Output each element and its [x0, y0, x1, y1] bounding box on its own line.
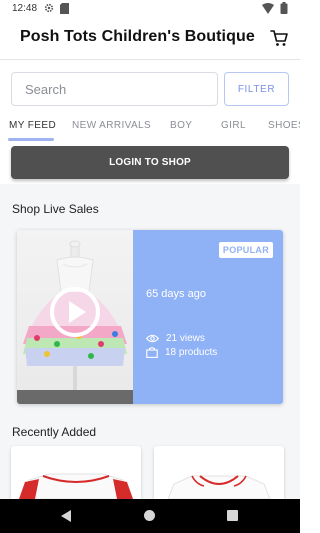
home-icon[interactable]: [143, 509, 156, 522]
sale-time-ago: 65 days ago: [146, 288, 206, 300]
shopping-bag-icon: [146, 347, 158, 358]
eye-icon: [146, 334, 159, 343]
products-count-row: 18 products: [146, 347, 217, 358]
system-nav-bar: [0, 499, 300, 533]
live-sales-heading: Shop Live Sales: [12, 202, 99, 216]
wifi-icon: [262, 3, 274, 14]
recently-added-heading: Recently Added: [12, 425, 97, 439]
tab-boy[interactable]: BOY: [170, 120, 192, 131]
status-bar: 12:48: [0, 0, 300, 18]
recent-apps-icon[interactable]: [227, 510, 238, 521]
shopping-cart-icon[interactable]: [270, 29, 288, 47]
recent-product-card[interactable]: [154, 446, 284, 499]
search-box: [11, 72, 218, 106]
sd-card-icon: [60, 3, 69, 14]
login-to-shop-button[interactable]: LOGIN TO SHOP: [11, 146, 289, 179]
battery-icon: [280, 2, 288, 14]
tab-new-arrivals[interactable]: NEW ARRIVALS: [72, 120, 151, 131]
live-sale-card[interactable]: POPULAR 65 days ago 21 views 18 products: [17, 230, 283, 404]
live-sale-info: POPULAR 65 days ago 21 views 18 products: [133, 230, 283, 404]
active-tab-indicator: [8, 138, 54, 141]
product-photo: [19, 473, 133, 499]
recent-product-card[interactable]: [11, 446, 141, 499]
tab-shoes[interactable]: SHOES: [268, 120, 300, 131]
search-input[interactable]: [12, 73, 217, 105]
views-count: 21 views: [166, 333, 205, 344]
app-header: Posh Tots Children's Boutique: [0, 18, 300, 60]
status-time: 12:48: [12, 3, 38, 14]
filter-button[interactable]: FILTER: [224, 72, 289, 106]
products-count: 18 products: [165, 347, 218, 358]
back-icon[interactable]: [60, 509, 72, 523]
tab-my-feed[interactable]: MY FEED: [9, 120, 56, 131]
category-tabs: MY FEED NEW ARRIVALS BOY GIRL SHOES: [0, 114, 300, 142]
play-video-icon[interactable]: [49, 286, 101, 338]
store-title: Posh Tots Children's Boutique: [20, 28, 255, 45]
settings-gear-icon: [44, 3, 54, 13]
tab-girl[interactable]: GIRL: [221, 120, 246, 131]
product-photo: [167, 475, 271, 499]
popular-badge: POPULAR: [218, 242, 273, 258]
live-sale-thumbnail[interactable]: [17, 230, 133, 404]
views-count-row: 21 views: [146, 333, 205, 344]
